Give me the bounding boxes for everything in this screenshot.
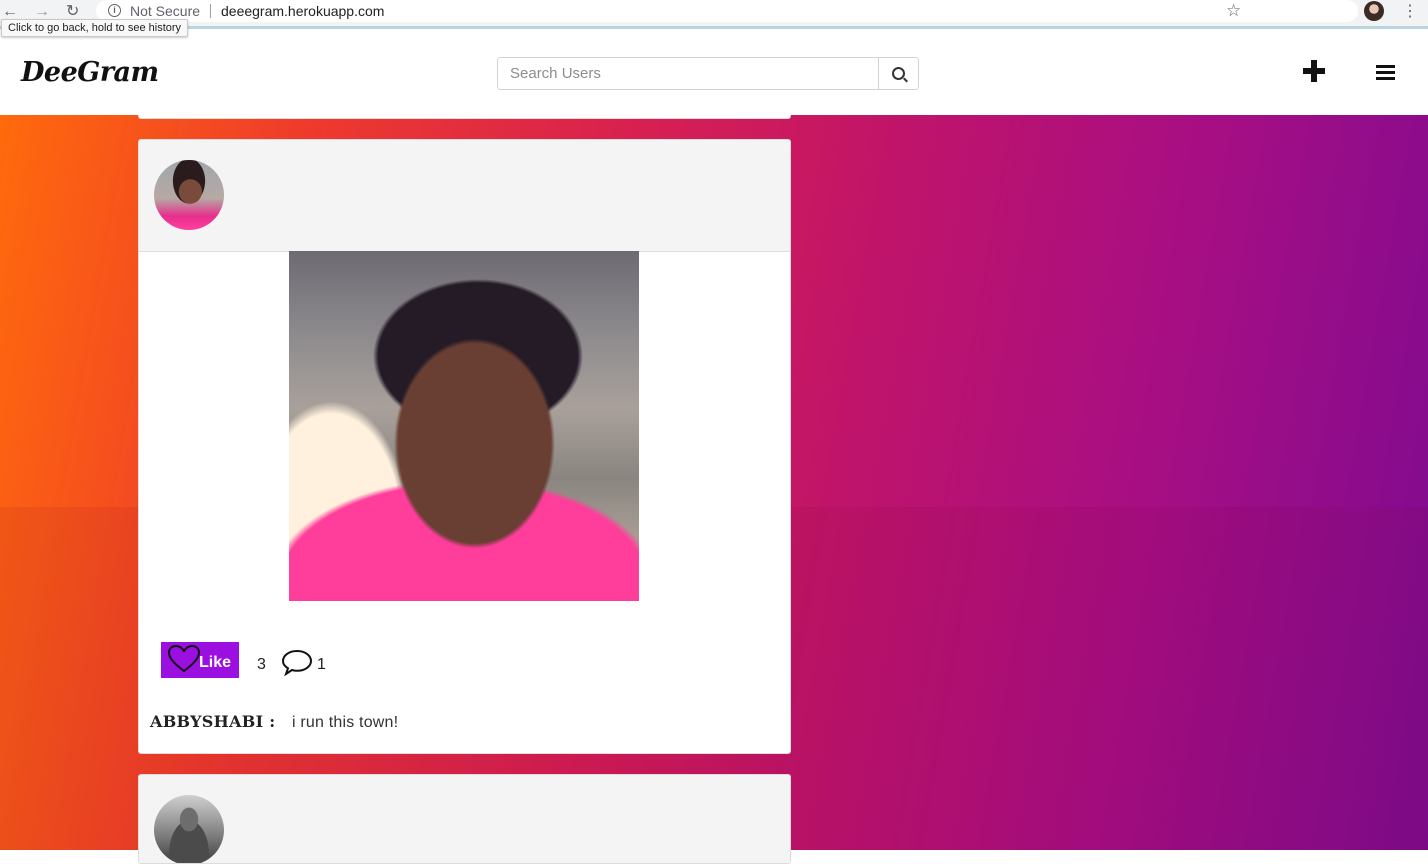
back-tooltip: Click to go back, hold to see history (1, 19, 189, 37)
caption-username[interactable]: ABBYSHABI : (150, 712, 275, 731)
search-button[interactable] (879, 57, 919, 90)
brand-logo[interactable]: DeeGram (21, 57, 159, 88)
address-bar[interactable]: i Not Secure deeegram.herokuapp.com (96, 0, 1358, 22)
bookmark-star-icon[interactable]: ☆ (1226, 1, 1241, 21)
plus-icon[interactable] (1303, 60, 1325, 82)
like-label: Like (199, 654, 232, 671)
comment-count: 1 (317, 656, 326, 673)
post-image[interactable] (289, 251, 639, 601)
post-caption: ABBYSHABI : i run this town! (150, 712, 398, 732)
post-header (139, 140, 790, 252)
url-text[interactable]: deeegram.herokuapp.com (221, 3, 384, 19)
post-header (139, 775, 790, 863)
post-card: Like 3 1 ABBYSHABI : i run this town! (138, 139, 791, 754)
user-avatar[interactable] (154, 160, 224, 230)
browser-menu-icon[interactable]: ⋮ (1402, 1, 1418, 21)
browser-toolbar: ← → ↻ i Not Secure deeegram.herokuapp.co… (0, 0, 1428, 29)
search-icon (892, 67, 905, 80)
heart-icon (167, 644, 201, 673)
app-navbar: DeeGram (0, 29, 1428, 115)
search-input[interactable] (497, 57, 879, 90)
post-card-next (138, 774, 791, 864)
comment-bubble-icon[interactable] (281, 648, 313, 676)
hamburger-menu-icon[interactable] (1376, 65, 1395, 80)
security-label[interactable]: Not Secure (130, 3, 200, 19)
user-avatar[interactable] (154, 795, 224, 863)
caption-text: i run this town! (291, 714, 399, 731)
address-separator (210, 4, 211, 18)
like-count: 3 (257, 656, 266, 673)
search-form (497, 57, 919, 90)
browser-profile-avatar[interactable] (1364, 1, 1384, 21)
like-button[interactable]: Like (161, 642, 239, 678)
info-icon[interactable]: i (108, 4, 121, 17)
